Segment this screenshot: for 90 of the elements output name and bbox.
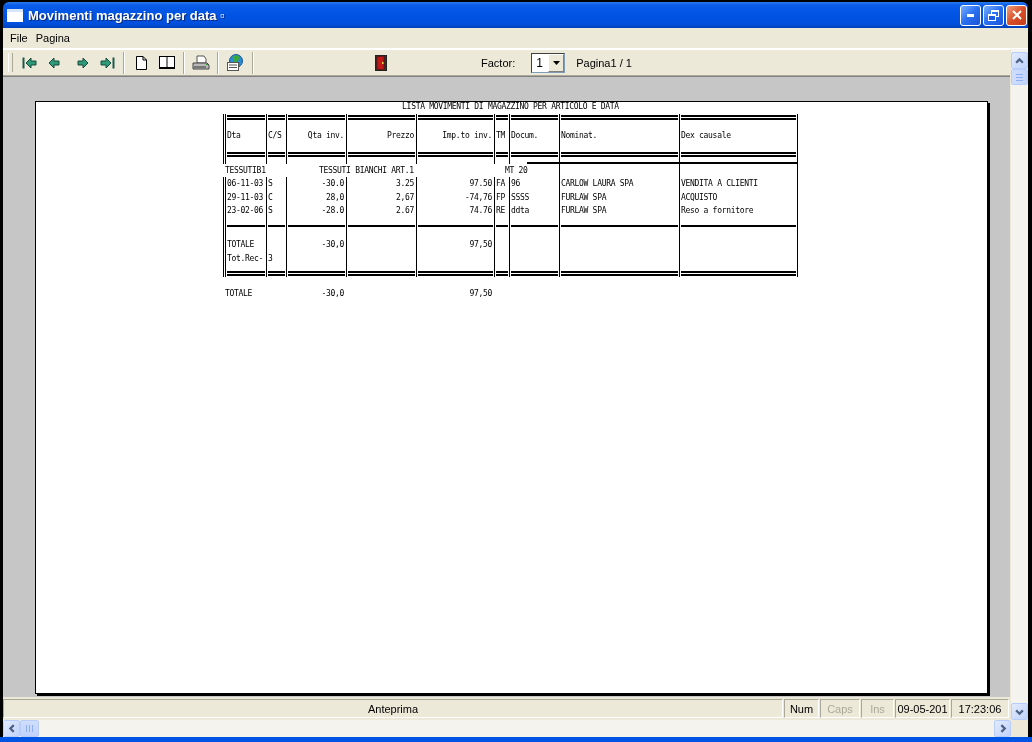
column-header: C/S bbox=[267, 130, 283, 142]
left-arrow-icon bbox=[47, 56, 63, 69]
column-header: Imp.to inv. bbox=[441, 130, 493, 142]
status-indicator: Ins bbox=[861, 699, 894, 718]
scroll-up-button[interactable] bbox=[1011, 52, 1028, 69]
table-cell-text: VENDITA A CLIENTI bbox=[680, 178, 759, 191]
table-cell-text: FURLAW SPA bbox=[560, 191, 608, 204]
table-cell-text: 97.50 bbox=[468, 178, 493, 191]
globe-document-icon bbox=[226, 54, 244, 71]
column-header: Dex causale bbox=[680, 130, 732, 142]
grand-total-value: 97,50 bbox=[468, 288, 493, 300]
menu-item[interactable]: File bbox=[6, 30, 32, 46]
table-cell-text: S bbox=[267, 178, 274, 191]
table-cell-text: 23-02-06 bbox=[226, 205, 265, 218]
status-indicator: Caps bbox=[820, 699, 860, 718]
table-cell-text: SSSS bbox=[510, 191, 531, 204]
minimize-icon bbox=[967, 13, 974, 17]
window-title: Movimenti magazzino per data ▫ bbox=[28, 7, 226, 23]
table-cell-text: 29-11-03 bbox=[226, 191, 265, 204]
group-code: TESSUTIB1 bbox=[224, 165, 266, 177]
window-icon bbox=[7, 8, 23, 22]
chevron-up-icon bbox=[1015, 56, 1024, 65]
scroll-right-button[interactable] bbox=[994, 720, 1011, 737]
table-cell-text: ddta bbox=[510, 205, 531, 218]
restore-button[interactable] bbox=[983, 4, 1004, 26]
column-header: Prezzo bbox=[385, 130, 415, 142]
status-message: Anteprima bbox=[3, 699, 783, 718]
column-header: Dta bbox=[226, 130, 242, 142]
page-indicator: Pagina1 / 1 bbox=[576, 56, 632, 69]
total-value: -30,0 bbox=[320, 239, 345, 251]
chevron-right-icon bbox=[998, 724, 1007, 733]
menu-item[interactable]: Pagina bbox=[31, 30, 74, 46]
caret-icon bbox=[552, 60, 560, 65]
table-cell-text: Reso a fornitore bbox=[680, 205, 755, 218]
record-count-value: 3 bbox=[267, 252, 274, 265]
grand-total-label: TOTALE bbox=[224, 288, 254, 300]
table-cell-text: FURLAW SPA bbox=[560, 205, 608, 218]
close-icon bbox=[1011, 10, 1022, 20]
table-cell-text: 2,67 bbox=[394, 191, 415, 204]
bar-left-arrow-icon bbox=[21, 56, 37, 69]
table-cell-text: S bbox=[267, 205, 274, 218]
grand-total-value: -30,0 bbox=[320, 288, 345, 300]
table-cell-text: 74.76 bbox=[468, 205, 493, 218]
column-header: Qta inv. bbox=[306, 130, 345, 142]
scroll-left-button[interactable] bbox=[3, 720, 20, 737]
minimize-button[interactable] bbox=[960, 4, 981, 26]
restore-icon bbox=[988, 9, 999, 21]
open-book-icon bbox=[159, 56, 175, 69]
table-cell-text: 28,0 bbox=[324, 191, 345, 204]
table-cell-text: CARLOW LAURA SPA bbox=[560, 178, 635, 191]
status-time: 17:23:06 bbox=[951, 699, 1009, 718]
right-arrow-bar-icon bbox=[99, 56, 115, 69]
chevron-left-icon bbox=[7, 724, 16, 733]
table-cell-text: 3.25 bbox=[394, 178, 415, 191]
table-cell-text: -30.0 bbox=[320, 178, 345, 191]
group-unit: MT 20 bbox=[504, 165, 528, 177]
vertical-scrollbar[interactable] bbox=[1010, 49, 1028, 720]
total-value: 97,50 bbox=[468, 239, 493, 251]
table-cell-text: 2.67 bbox=[394, 205, 415, 218]
group-description: TESSUTI BIANCHI ART.1 bbox=[318, 165, 414, 177]
column-header: Nominat. bbox=[560, 130, 599, 142]
printer-icon bbox=[192, 54, 210, 71]
table-cell-text: -74,76 bbox=[463, 191, 493, 204]
door-icon bbox=[375, 54, 387, 71]
column-header: TM bbox=[495, 130, 507, 142]
status-date: 09-05-201 bbox=[895, 699, 950, 718]
factor-label: Factor: bbox=[481, 56, 516, 69]
report-title: LISTA MOVIMENTI DI MAGAZZINO PER ARTICOLO E DATA bbox=[402, 102, 619, 111]
scrollbar-corner bbox=[1011, 720, 1028, 737]
column-header: Docum. bbox=[510, 130, 540, 142]
table-cell-text: C bbox=[267, 191, 274, 204]
table-cell-text: -28.0 bbox=[320, 205, 345, 218]
status-indicator: Num bbox=[784, 699, 819, 718]
toolbar-grip[interactable] bbox=[8, 53, 13, 72]
scroll-thumb[interactable] bbox=[1011, 69, 1028, 85]
horizontal-scrollbar[interactable] bbox=[3, 720, 1011, 737]
scroll-thumb[interactable] bbox=[20, 720, 39, 737]
record-count-label: Tot.Rec- bbox=[226, 252, 265, 265]
table-cell-text: RE bbox=[495, 205, 507, 218]
close-button[interactable] bbox=[1006, 4, 1027, 26]
table-cell-text: 96 bbox=[510, 178, 522, 191]
factor-select[interactable]: 1 bbox=[531, 52, 566, 73]
table-cell-text: ACQUISTO bbox=[680, 191, 719, 204]
table-cell-text: FP bbox=[495, 191, 507, 204]
chevron-down-icon bbox=[1015, 707, 1024, 716]
total-label: TOTALE bbox=[226, 239, 256, 251]
page-icon bbox=[135, 55, 147, 70]
scroll-down-button[interactable] bbox=[1011, 703, 1028, 720]
table-cell-text: 06-11-03 bbox=[226, 178, 265, 191]
table-cell-text: FA bbox=[495, 178, 507, 191]
